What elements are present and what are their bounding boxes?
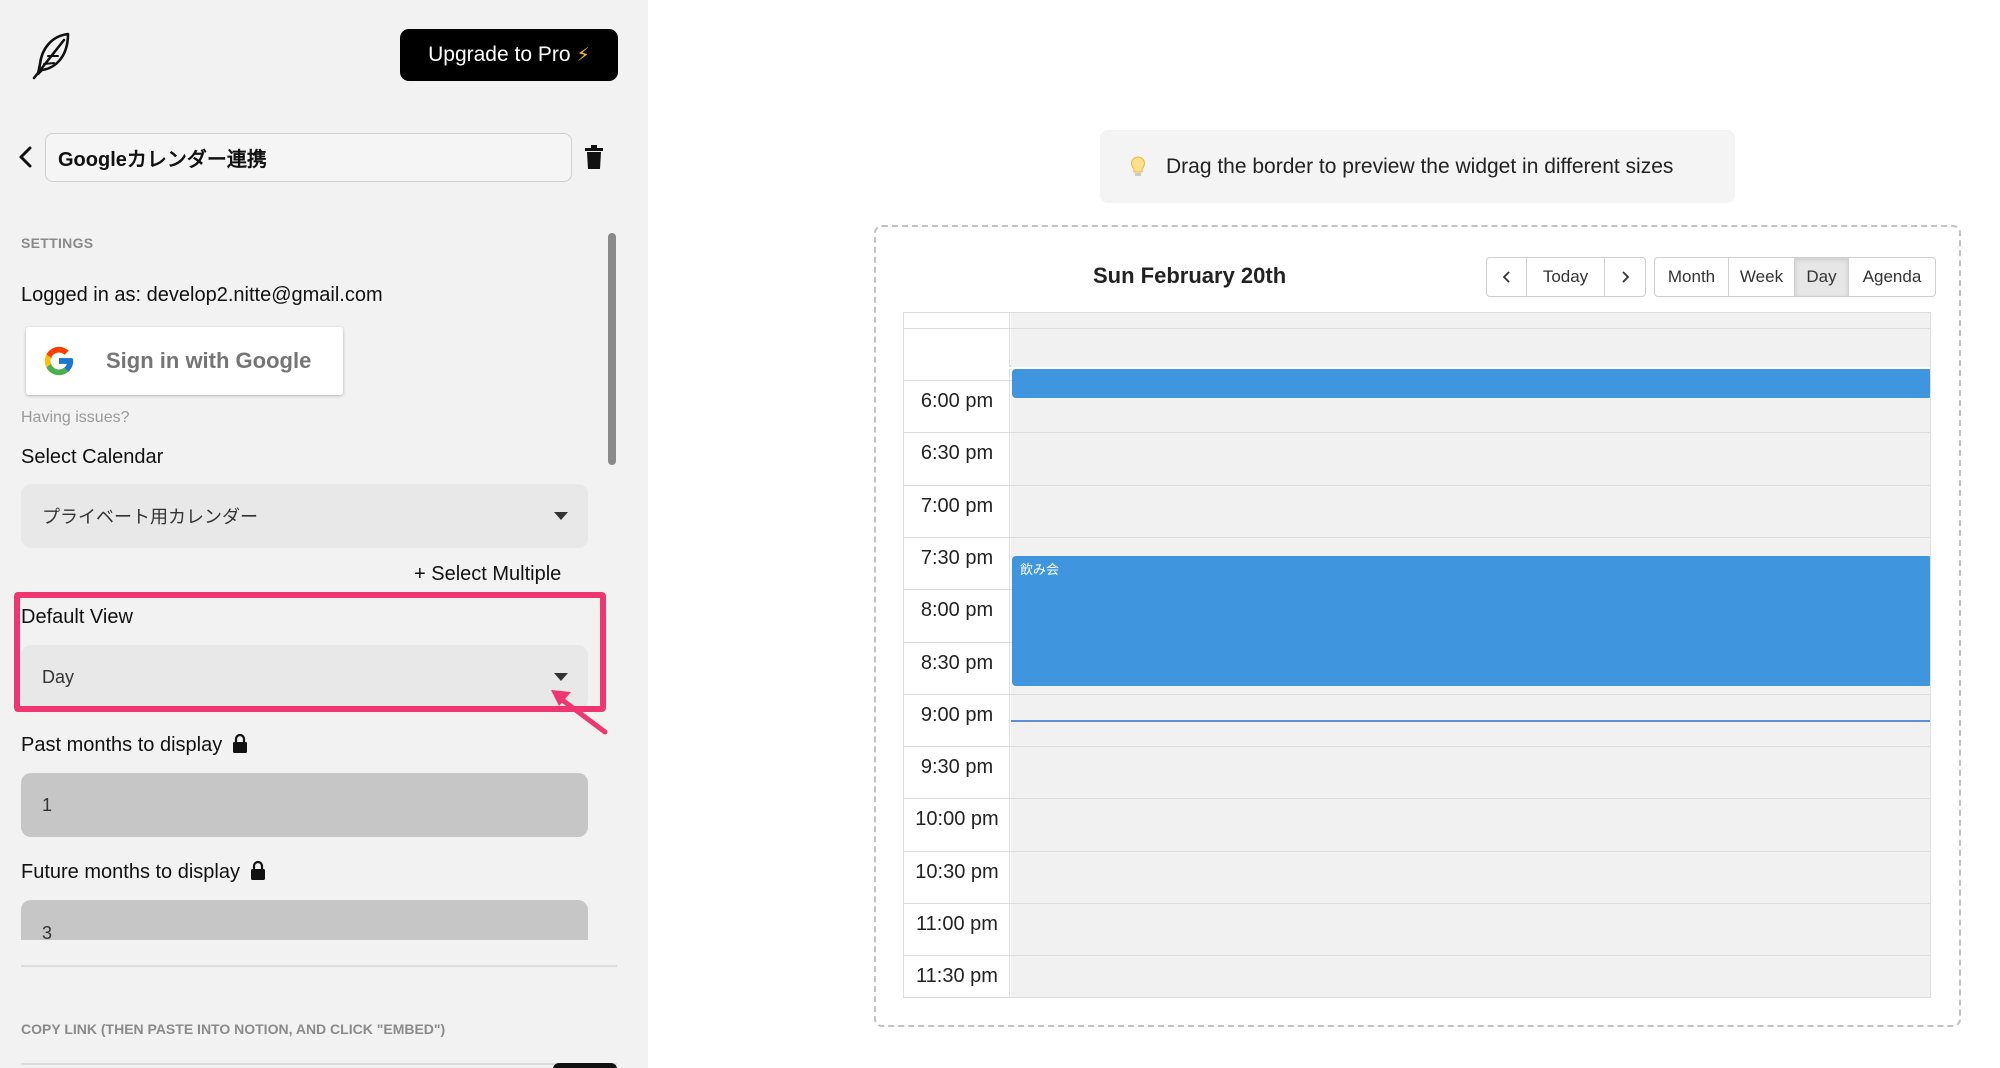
calendar-event[interactable]: 飲み会 (1012, 555, 1930, 686)
time-slot-label: 9:00 pm (920, 703, 994, 726)
next-button[interactable] (1605, 258, 1645, 296)
calendar-view-switcher: Month Week Day Agenda (1654, 257, 1936, 297)
upgrade-label: Upgrade to Pro (428, 43, 571, 66)
feather-logo-icon[interactable] (28, 30, 76, 82)
slot-line (904, 798, 1930, 800)
trash-icon[interactable] (584, 145, 604, 169)
settings-panel: Upgrade to Pro ⚡ Googleカレンダー連携 SETTINGS … (0, 0, 648, 1068)
time-slot-label: 6:30 pm (920, 442, 994, 465)
select-calendar-dropdown[interactable]: プライベート用カレンダー (21, 484, 588, 548)
time-slot-label: 7:30 pm (920, 546, 994, 569)
lightning-icon: ⚡ (576, 44, 590, 66)
future-months-value: 3 (42, 923, 53, 943)
slot-line (904, 746, 1930, 748)
chevron-left-icon (1502, 271, 1510, 283)
select-multiple-link[interactable]: + Select Multiple (414, 563, 561, 586)
chevron-right-icon (1622, 271, 1630, 283)
logged-in-label: Logged in as: develop2.nitte@gmail.com (21, 284, 383, 306)
view-agenda-button[interactable]: Agenda (1849, 258, 1935, 296)
resize-tip-banner: Drag the border to preview the widget in… (1100, 130, 1735, 203)
slot-line (904, 850, 1930, 852)
slot-line (904, 693, 1930, 695)
lock-icon (233, 733, 248, 753)
lightbulb-icon (1131, 155, 1145, 176)
time-slot-label: 10:30 pm (915, 860, 999, 883)
time-slot-label: 11:00 pm (916, 913, 998, 935)
copy-link-button[interactable] (553, 1063, 617, 1068)
select-calendar-value: プライベート用カレンダー (42, 507, 258, 527)
slot-line (904, 536, 1930, 538)
slot-line (904, 903, 1930, 904)
prev-button[interactable] (1487, 258, 1527, 296)
widget-name-input[interactable]: Googleカレンダー連携 (45, 133, 572, 182)
day-view-grid: 6:00 pm 6:30 pm 7:00 pm 7:30 pm 8:00 pm 8:30 … (903, 312, 1931, 998)
future-months-label: Future months to display (21, 860, 266, 884)
having-issues-link[interactable]: Having issues? (21, 409, 130, 427)
past-months-label: Past months to display (21, 733, 248, 757)
upgrade-to-pro-button[interactable]: Upgrade to Pro ⚡ (400, 29, 618, 81)
resize-tip-text: Drag the border to preview the widget in… (1166, 154, 1674, 178)
future-months-label-text: Future months to display (21, 861, 240, 883)
lock-icon (251, 860, 265, 880)
all-day-row (904, 313, 1930, 367)
calendar-date-title: Sun February 20th (1093, 263, 1287, 288)
past-months-input: 1 (21, 773, 588, 837)
copy-link-title: COPY LINK (THEN PASTE INTO NOTION, AND C… (21, 1021, 446, 1037)
google-button-label: Sign in with Google (106, 348, 312, 373)
time-slot-label: 7:00 pm (920, 494, 994, 517)
panel-scrollbar[interactable] (608, 233, 616, 465)
annotation-arrow-icon (551, 690, 608, 735)
caret-down-icon (554, 512, 568, 520)
calendar-event[interactable] (1012, 369, 1930, 398)
past-months-value: 1 (42, 794, 53, 815)
all-day-cell[interactable] (1011, 313, 1930, 367)
time-slot-label: 8:30 pm (920, 651, 994, 674)
time-slot-label: 6:00 pm (920, 390, 994, 412)
view-week-button[interactable]: Week (1729, 258, 1795, 296)
highlight-annotation-box (14, 592, 606, 712)
view-day-button[interactable]: Day (1795, 258, 1849, 296)
time-slot-label: 8:00 pm (920, 599, 994, 622)
slot-line (904, 955, 1930, 957)
time-slot-label: 9:30 pm (920, 756, 994, 779)
chevron-left-icon[interactable] (16, 142, 36, 172)
settings-section-title: SETTINGS (21, 235, 94, 251)
view-month-button[interactable]: Month (1655, 258, 1729, 296)
today-button[interactable]: Today (1527, 258, 1605, 296)
slot-line (904, 327, 1930, 329)
time-slot-label: 11:30 pm (916, 965, 998, 988)
calendar-nav-group: Today (1486, 257, 1646, 297)
future-months-input: 3 (21, 900, 588, 943)
all-day-gutter (904, 313, 1010, 367)
slot-line (904, 432, 1930, 434)
select-calendar-label: Select Calendar (21, 446, 164, 468)
time-grid: 6:00 pm 6:30 pm 7:00 pm 7:30 pm 8:00 pm 8:30 … (904, 327, 1930, 997)
sign-in-with-google-button[interactable]: Sign in with Google (26, 327, 343, 395)
google-icon (44, 346, 74, 376)
past-months-label-text: Past months to display (21, 734, 223, 756)
section-divider (21, 965, 617, 967)
copy-link-field[interactable] (21, 1063, 617, 1068)
time-slot-label: 10:00 pm (915, 808, 999, 831)
current-time-indicator (1011, 719, 1930, 722)
slot-line (904, 484, 1930, 486)
